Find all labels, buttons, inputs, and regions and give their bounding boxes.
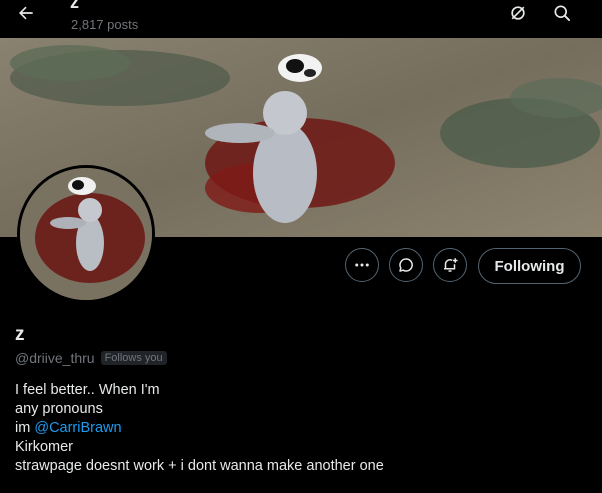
- header-title: z: [70, 0, 79, 12]
- message-icon: [399, 258, 413, 272]
- post-count: 2,817 posts: [71, 17, 139, 32]
- mention-link[interactable]: @CarriBrawn: [34, 420, 121, 436]
- back-button[interactable]: [12, 2, 40, 24]
- profile-bio: I feel better.. When I'm any pronouns im…: [15, 381, 384, 476]
- bio-line: any pronouns: [15, 401, 103, 417]
- following-button[interactable]: Following: [478, 248, 581, 284]
- avatar-image: [20, 168, 152, 300]
- bio-line-mention: im @CarriBrawn: [15, 419, 384, 438]
- grok-button[interactable]: [506, 2, 530, 24]
- user-handle: @driive_thru: [15, 350, 95, 366]
- grok-icon: [511, 6, 525, 20]
- bio-line: I feel better.. When I'm: [15, 382, 160, 398]
- bio-line: Kirkomer: [15, 439, 74, 455]
- bio-line: strawpage doesnt work + i dont wanna mak…: [15, 458, 384, 474]
- message-button[interactable]: [389, 248, 423, 282]
- profile-actions: [345, 248, 467, 284]
- arrow-left-icon: [19, 6, 33, 20]
- more-button[interactable]: [345, 248, 379, 282]
- display-name: z: [15, 324, 25, 345]
- bell-plus-icon: [444, 258, 458, 272]
- more-icon: [355, 263, 369, 267]
- search-icon: [554, 5, 570, 22]
- bio-text: im: [15, 420, 35, 436]
- profile-avatar[interactable]: [17, 165, 155, 303]
- profile-header: z 2,817 posts: [0, 0, 602, 38]
- handle-row: @driive_thru Follows you: [15, 350, 167, 366]
- search-button[interactable]: [550, 2, 574, 24]
- follows-you-badge: Follows you: [100, 351, 167, 365]
- notifications-button[interactable]: [433, 248, 467, 282]
